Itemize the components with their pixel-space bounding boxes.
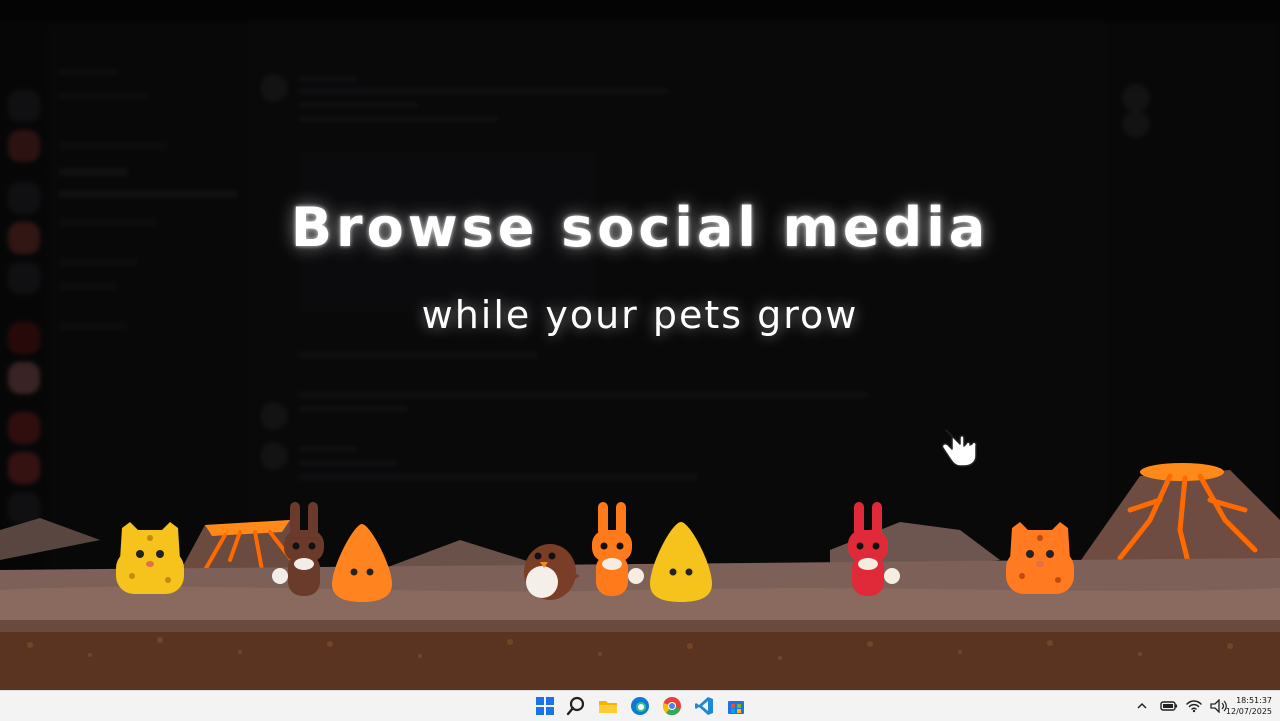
file-explorer-icon[interactable] xyxy=(598,696,618,716)
chrome-icon[interactable] xyxy=(662,696,682,716)
system-tray xyxy=(1136,691,1228,721)
pet-red-bunny[interactable] xyxy=(836,500,900,602)
edge-icon[interactable] xyxy=(630,696,650,716)
pet-orange-bunny[interactable] xyxy=(580,500,644,602)
clock-time: 18:51:37 xyxy=(1236,696,1272,705)
system-clock[interactable]: 18:51:37 12/07/2025 xyxy=(1226,695,1272,717)
pet-yellow-slime[interactable] xyxy=(644,520,718,604)
pet-brown-bird[interactable] xyxy=(518,528,582,602)
headline-title: Browse social media xyxy=(290,196,990,259)
headline-subtitle: while your pets grow xyxy=(421,293,859,337)
pet-orange-slime[interactable] xyxy=(326,522,398,604)
battery-icon[interactable] xyxy=(1160,700,1178,712)
store-icon[interactable] xyxy=(726,696,746,716)
start-icon[interactable] xyxy=(535,696,555,716)
wifi-icon[interactable] xyxy=(1186,699,1202,713)
clock-date: 12/07/2025 xyxy=(1225,707,1272,716)
pet-orange-cat[interactable] xyxy=(1000,520,1080,598)
windows-taskbar: 18:51:37 12/07/2025 xyxy=(0,690,1280,721)
pet-yellow-cat[interactable] xyxy=(110,520,190,598)
search-icon[interactable] xyxy=(566,696,586,716)
vscode-icon[interactable] xyxy=(694,696,714,716)
chevron-up-icon[interactable] xyxy=(1136,700,1148,712)
